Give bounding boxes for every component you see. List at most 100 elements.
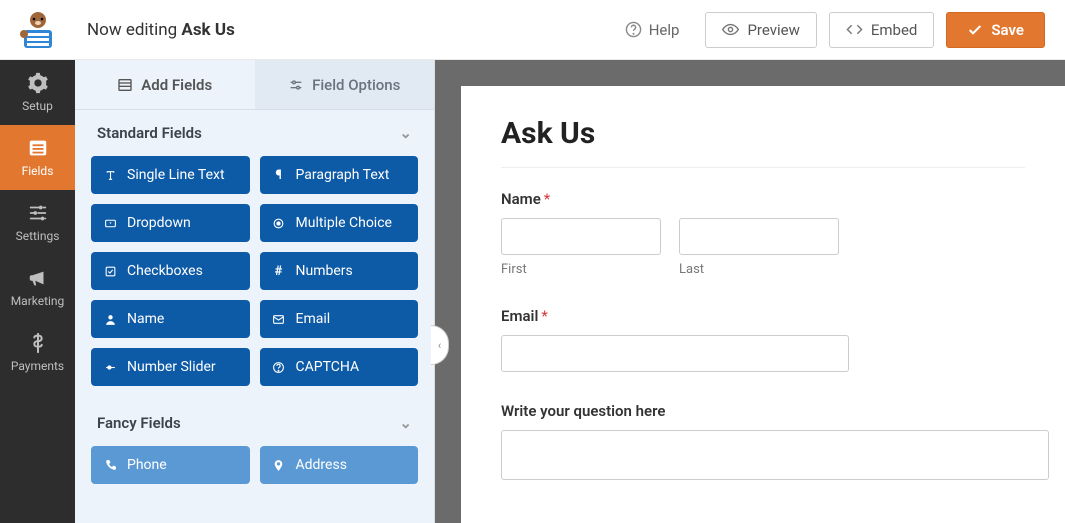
fields-list-icon [117, 77, 133, 93]
form-preview-area: Ask Us Name* First Last [435, 60, 1065, 523]
save-button[interactable]: Save [946, 12, 1045, 48]
question-field-label: Write your question here [501, 402, 1025, 420]
field-button-name[interactable]: Name [91, 300, 250, 338]
envelope-icon [272, 313, 286, 326]
field-button-numbers[interactable]: # Numbers [260, 252, 419, 290]
eye-icon [722, 21, 739, 38]
field-button-label: Name [127, 311, 164, 327]
field-button-label: Email [296, 311, 331, 327]
title-form-name: Ask Us [181, 20, 234, 40]
last-name-input[interactable] [679, 218, 839, 255]
bullhorn-icon [27, 267, 49, 289]
email-input[interactable] [501, 335, 849, 372]
field-button-single-line-text[interactable]: Single Line Text [91, 156, 250, 194]
form-preview-page: Ask Us Name* First Last [461, 86, 1065, 523]
editing-title: Now editing Ask Us [75, 20, 611, 40]
field-button-label: CAPTCHA [296, 359, 360, 375]
chevron-down-icon: ⌄ [399, 124, 412, 142]
field-button-phone[interactable]: Phone [91, 446, 250, 484]
question-textarea[interactable] [501, 430, 1049, 480]
nav-item-settings[interactable]: Settings [0, 190, 75, 255]
nav-label-marketing: Marketing [11, 294, 65, 308]
first-name-input[interactable] [501, 218, 661, 255]
field-button-label: Checkboxes [127, 263, 203, 279]
fancy-fields-grid: Phone Address [75, 446, 434, 498]
help-link[interactable]: Help [611, 13, 694, 47]
field-button-email[interactable]: Email [260, 300, 419, 338]
hash-icon: # [272, 264, 286, 279]
standard-fields-section-header[interactable]: Standard Fields ⌄ [75, 110, 434, 156]
first-name-sublabel: First [501, 262, 661, 277]
name-field-block[interactable]: Name* First Last [501, 190, 1025, 277]
name-field-label: Name* [501, 190, 1025, 208]
text-icon [103, 169, 117, 182]
fancy-fields-section-header[interactable]: Fancy Fields ⌄ [75, 400, 434, 446]
field-button-label: Number Slider [127, 359, 216, 375]
required-mark: * [541, 307, 547, 325]
standard-fields-grid: Single Line Text ¶ Paragraph Text Dropdown M… [75, 156, 434, 400]
help-icon [625, 21, 642, 38]
field-button-address[interactable]: Address [260, 446, 419, 484]
nav-item-marketing[interactable]: Marketing [0, 255, 75, 320]
field-button-label: Multiple Choice [296, 215, 392, 231]
standard-fields-header-label: Standard Fields [97, 124, 202, 142]
embed-label: Embed [871, 21, 918, 39]
nav-label-payments: Payments [11, 359, 64, 373]
nav-label-fields: Fields [22, 164, 54, 178]
nav-label-settings: Settings [16, 229, 60, 243]
tab-add-fields-label: Add Fields [141, 76, 212, 94]
sliders-icon [288, 77, 304, 93]
preview-label: Preview [747, 21, 799, 39]
chevron-left-icon: ‹ [438, 339, 441, 352]
nav-item-setup[interactable]: Setup [0, 60, 75, 125]
save-label: Save [991, 21, 1024, 39]
nav-item-payments[interactable]: Payments [0, 320, 75, 385]
gear-icon [27, 72, 49, 94]
email-field-label: Email* [501, 307, 1025, 325]
fields-panel: Add Fields Field Options Standard Fields… [75, 60, 435, 523]
preview-button[interactable]: Preview [705, 12, 816, 48]
code-icon [846, 21, 863, 38]
tab-add-fields[interactable]: Add Fields [75, 60, 255, 109]
help-label: Help [649, 21, 680, 39]
field-button-label: Phone [127, 457, 167, 473]
app-logo [0, 0, 75, 60]
check-icon [967, 22, 983, 38]
field-button-paragraph-text[interactable]: ¶ Paragraph Text [260, 156, 419, 194]
question-field-block[interactable]: Write your question here [501, 402, 1025, 484]
field-button-label: Numbers [296, 263, 353, 279]
tab-field-options[interactable]: Field Options [255, 60, 435, 109]
field-button-dropdown[interactable]: Dropdown [91, 204, 250, 242]
field-button-captcha[interactable]: CAPTCHA [260, 348, 419, 386]
nav-item-fields[interactable]: Fields [0, 125, 75, 190]
embed-button[interactable]: Embed [829, 12, 935, 48]
nav-label-setup: Setup [22, 99, 53, 113]
field-button-label: Single Line Text [127, 167, 225, 183]
field-button-label: Address [296, 457, 347, 473]
email-field-block[interactable]: Email* [501, 307, 1025, 372]
sliders-icon [27, 202, 49, 224]
dropdown-icon [103, 217, 117, 230]
chevron-down-icon: ⌄ [399, 414, 412, 432]
tab-field-options-label: Field Options [312, 76, 400, 94]
field-button-number-slider[interactable]: Number Slider [91, 348, 250, 386]
field-button-label: Dropdown [127, 215, 191, 231]
required-mark: * [544, 190, 550, 208]
slider-icon [103, 361, 117, 374]
last-name-sublabel: Last [679, 262, 839, 277]
phone-icon [103, 459, 117, 472]
title-prefix: Now editing [87, 20, 177, 40]
form-icon [27, 137, 49, 159]
field-button-label: Paragraph Text [296, 167, 390, 183]
field-button-multiple-choice[interactable]: Multiple Choice [260, 204, 419, 242]
pin-icon [272, 459, 286, 472]
checkbox-icon [103, 265, 117, 278]
field-button-checkboxes[interactable]: Checkboxes [91, 252, 250, 290]
user-icon [103, 313, 117, 326]
question-icon [272, 361, 286, 374]
paragraph-icon: ¶ [272, 168, 286, 183]
dollar-icon [27, 332, 49, 354]
radio-icon [272, 217, 286, 230]
fancy-fields-header-label: Fancy Fields [97, 414, 181, 432]
form-title: Ask Us [501, 116, 1025, 168]
